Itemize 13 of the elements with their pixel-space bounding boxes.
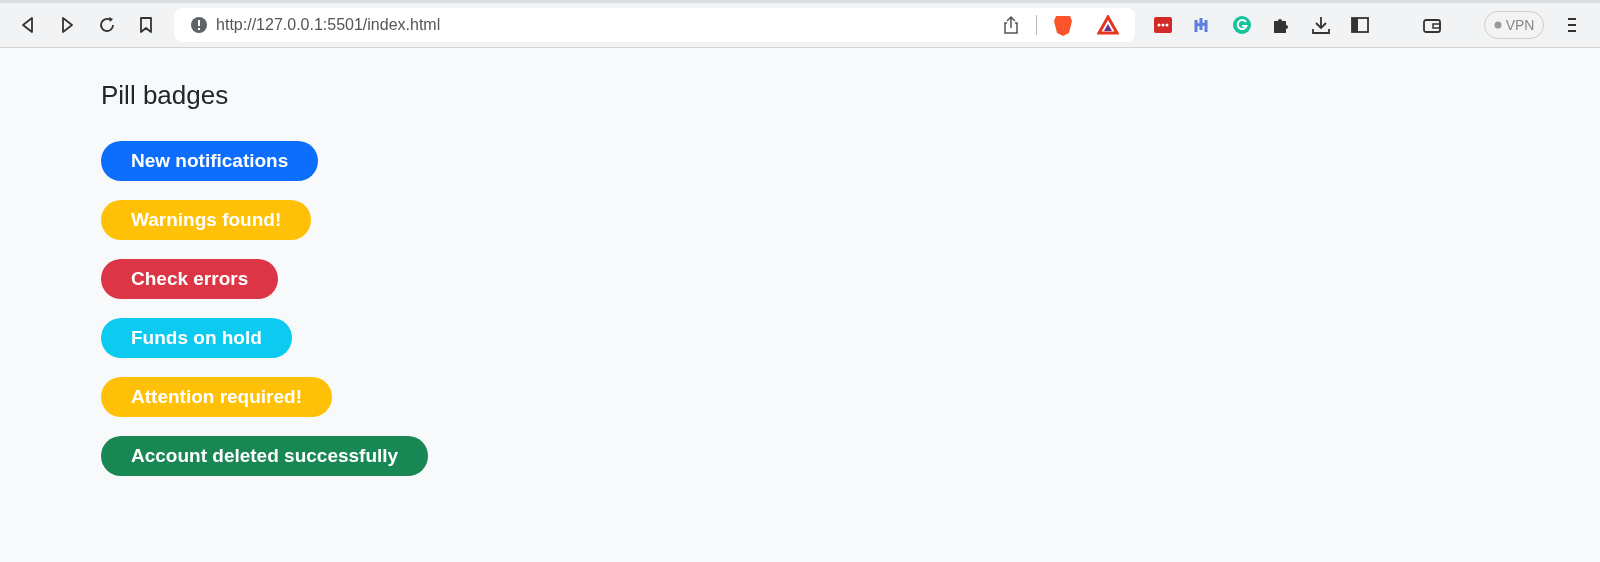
url-text: http://127.0.0.1:5501/index.html <box>216 15 442 35</box>
pill-badge: Warnings found! <box>101 200 312 241</box>
share-icon[interactable] <box>1002 15 1021 35</box>
pill-badge: Funds on hold <box>101 318 292 359</box>
pill-badge: New notifications <box>101 141 319 182</box>
triangle-icon[interactable] <box>1097 15 1120 35</box>
dot-icon <box>1493 21 1502 29</box>
info-icon <box>190 16 209 34</box>
pill-badge: Account deleted successfully <box>101 436 429 477</box>
pill-badge: Check errors <box>101 259 279 300</box>
address-bar[interactable]: http://127.0.0.1:5501/index.html <box>174 8 1136 42</box>
page-heading: Pill badges <box>101 80 229 112</box>
pill-badge: Attention required! <box>101 377 332 418</box>
